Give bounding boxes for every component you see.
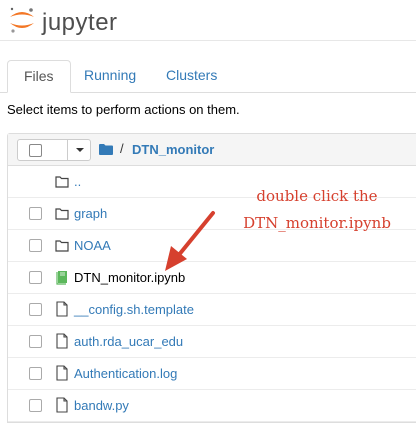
folder-icon [55,208,69,220]
item-checkbox[interactable] [29,303,42,316]
file-name[interactable]: Authentication.log [74,366,177,381]
list-item[interactable]: Authentication.log [8,358,416,390]
breadcrumb-separator: / [120,141,124,156]
annotation-text: double click the DTN_monitor.ipynb [222,183,412,237]
file-name[interactable]: __config.sh.template [74,302,194,317]
file-icon [56,333,68,349]
item-checkbox[interactable] [29,239,42,252]
logo-text: jupyter [42,9,118,36]
file-name[interactable]: DTN_monitor.ipynb [74,270,185,285]
folder-icon[interactable] [99,144,113,155]
jupyter-logo-icon [10,7,34,33]
file-name[interactable]: .. [74,174,81,189]
file-icon [56,397,68,413]
instructions-text: Select items to perform actions on them. [7,102,240,117]
folder-icon [55,176,69,188]
select-all-checkbox[interactable] [29,144,42,157]
header-bar: jupyter [0,0,416,41]
file-list: / DTN_monitor .. graph NOAA DTN_monitor.… [7,133,416,423]
file-name[interactable]: NOAA [74,238,111,253]
file-name[interactable]: graph [74,206,107,221]
caret-down-icon[interactable] [76,148,84,152]
list-item[interactable]: auth.rda_ucar_edu [8,326,416,358]
item-checkbox[interactable] [29,271,42,284]
file-name[interactable]: auth.rda_ucar_edu [74,334,183,349]
folder-icon [55,240,69,252]
breadcrumb-current-folder[interactable]: DTN_monitor [132,142,214,157]
item-checkbox[interactable] [29,399,42,412]
item-checkbox[interactable] [29,367,42,380]
annotation-line-2: DTN_monitor.ipynb [243,214,391,232]
file-list-header: / DTN_monitor [8,134,416,166]
item-checkbox[interactable] [29,207,42,220]
notebook-icon [56,271,67,285]
tab-clusters[interactable]: Clusters [150,60,233,91]
annotation-line-1: double click the [256,187,378,205]
list-item[interactable]: __config.sh.template [8,294,416,326]
select-all-dropdown[interactable] [17,139,91,161]
file-name[interactable]: bandw.py [74,398,129,413]
file-icon [56,301,68,317]
list-item[interactable]: DTN_monitor.ipynb [8,262,416,294]
tab-files[interactable]: Files [7,60,71,93]
item-checkbox[interactable] [29,335,42,348]
dropdown-divider [67,140,68,160]
list-item[interactable]: bandw.py [8,390,416,422]
file-icon [56,365,68,381]
jupyter-logo[interactable]: jupyter [7,5,137,36]
tab-bar: Files Running Clusters [0,60,416,93]
tab-running[interactable]: Running [68,60,152,91]
